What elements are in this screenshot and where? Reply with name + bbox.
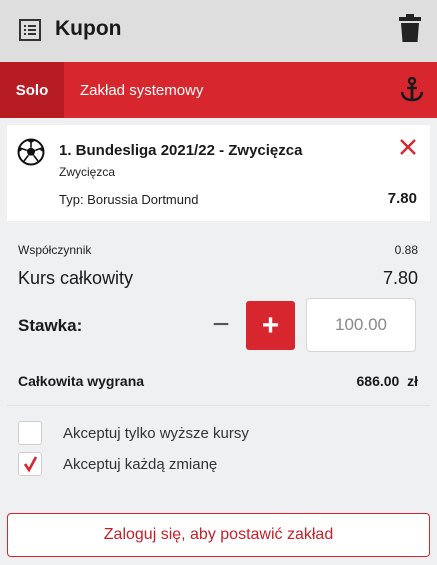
- bet-card: 1. Bundesliga 2021/22 - Zwycięzca Zwycię…: [7, 125, 430, 221]
- stake-label: Stawka:: [18, 316, 83, 335]
- total-win-value: 686.00 zł: [356, 373, 419, 389]
- total-odds-label: Kurs całkowity: [18, 268, 134, 288]
- coupon-header: Kupon: [0, 0, 437, 62]
- coupon-title: Kupon: [55, 17, 122, 40]
- bet-odds: 7.80: [387, 190, 417, 207]
- stake-decrease-button[interactable]: −: [200, 301, 242, 349]
- stake-input[interactable]: [306, 298, 416, 352]
- checkbox[interactable]: [18, 452, 42, 476]
- anchor-icon[interactable]: [400, 76, 424, 108]
- soccer-ball-icon: [17, 138, 45, 171]
- close-icon[interactable]: [399, 138, 417, 161]
- bet-selection: Typ: Borussia Dortmund: [59, 192, 199, 207]
- login-to-bet-button[interactable]: Zaloguj się, aby postawić zakład: [7, 513, 430, 557]
- stake-increase-button[interactable]: +: [246, 301, 295, 350]
- list-icon: [19, 19, 41, 46]
- checkbox[interactable]: [18, 421, 42, 445]
- divider: [7, 405, 430, 406]
- option-label: Akceptuj każdą zmianę: [63, 456, 218, 473]
- coefficient-value: 0.88: [394, 243, 418, 257]
- bet-type-tabs: Solo Zakład systemowy: [0, 62, 437, 118]
- bet-market: Zwycięzca: [59, 165, 116, 179]
- coefficient-label: Współczynnik: [18, 243, 92, 257]
- tab-solo[interactable]: Solo: [0, 62, 64, 118]
- bet-event-title: 1. Bundesliga 2021/22 - Zwycięzca: [59, 142, 303, 159]
- checkmark-icon: [23, 456, 38, 473]
- total-win-label: Całkowita wygrana: [18, 373, 145, 389]
- total-odds-value: 7.80: [382, 268, 418, 288]
- trash-icon[interactable]: [399, 14, 421, 47]
- option-label: Akceptuj tylko wyższe kursy: [63, 425, 249, 442]
- tab-system-bet[interactable]: Zakład systemowy: [80, 62, 203, 118]
